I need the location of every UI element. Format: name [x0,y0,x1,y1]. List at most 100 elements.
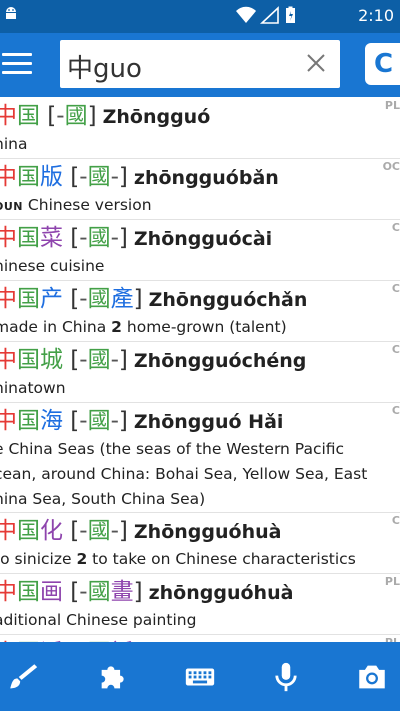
entry-definition: made in China 2 home-grown (talent) [0,315,287,339]
entry-tag: PL [384,575,400,588]
traditional-char: - [79,225,88,251]
traditional-char: - [79,408,88,434]
bracket-open: [ [63,225,80,251]
traditional-char: - [79,518,88,544]
traditional-char: - [79,347,88,373]
entry-headword: 中国城 [-國-]Zhōngguóchéng [0,345,306,376]
entry-definition: hina [0,132,27,156]
simplified-char: 中 [0,103,17,129]
menu-icon[interactable] [2,53,32,77]
bracket-close: ] [118,518,128,544]
entry-definition-line: hina Sea, South China Sea) [0,490,206,508]
entry-definition: hinese cuisine [0,254,104,278]
part-of-speech: OUN [0,200,23,213]
simplified-char: 版 [40,164,63,190]
bracket-open: [ [63,347,80,373]
traditional-char: - [56,103,65,129]
simplified-char: 中 [0,347,17,373]
entry-definition: aditional Chinese painting [0,608,196,632]
camera-icon[interactable] [355,660,389,694]
status-icons [236,6,295,24]
search-field[interactable]: 中guo [60,40,340,88]
result-entry[interactable]: 中国化 [-國-]ZhōngguóhuàC to sinicize 2 to t… [0,512,400,574]
clear-icon[interactable] [304,51,328,75]
traditional-char: - [79,286,88,312]
entry-headword: 中国菜 [-國-]Zhōngguócài [0,223,272,254]
traditional-char: - [110,225,119,251]
status-time: 2:10 [358,6,394,25]
pinyin: Zhōngguóchǎn [148,289,308,311]
simplified-char: 中 [0,225,17,251]
simplified-char: 国 [17,164,40,190]
simplified-char: 菜 [40,225,63,251]
definition-text: Chinese version [23,196,152,214]
result-entry[interactable]: 中国画 [-國畫]zhōngguóhuà PL aditional Chinese … [0,573,400,635]
bracket-open: [ [63,286,80,312]
entry-headword: 中国 [-國]Zhōngguó [0,101,210,132]
definition-text: home-grown (talent) [121,318,287,336]
result-entry[interactable]: 中国版 [-國-]zhōngguóbǎn OC OUN Chinese versio… [0,158,400,220]
definition-text: hinese cuisine [0,257,105,275]
pinyin: Zhōngguócài [133,228,273,250]
bracket-open: [ [63,518,80,544]
battery-icon [286,6,295,23]
entry-headword: 中国画 [-國畫]zhōngguóhuà [0,577,293,608]
simplified-char: 国 [17,225,40,251]
definition-text: to sinicize [0,550,77,568]
c-button[interactable]: C [365,43,400,85]
simplified-char: 国 [17,408,40,434]
entry-tag: OC [382,160,400,173]
puzzle-icon[interactable] [96,660,130,694]
bracket-open: [ [40,103,57,129]
simplified-char: 国 [17,518,40,544]
pinyin: Zhōngguó [102,106,211,128]
definition-text: hina [0,135,28,153]
android-icon [6,7,16,19]
entry-definition: OUN Chinese version [0,193,152,219]
result-entry[interactable]: 中国城 [-國-]ZhōngguóchéngChinatown [0,341,400,403]
sense-number: 2 [111,318,122,336]
entry-tag: C [391,282,400,295]
brush-icon[interactable] [6,660,40,694]
result-entry[interactable]: 中国海 [-國-]Zhōngguó HǎiCe China Seas (the … [0,402,400,513]
entry-headword: 中国版 [-國-]zhōngguóbǎn [0,162,279,193]
entry-tag: C [391,514,400,527]
pinyin: Zhōngguóchéng [133,350,307,372]
entry-definition: to sinicize 2 to take on Chinese charact… [0,547,356,571]
app-bar: 中guo C [0,33,400,97]
result-entry[interactable]: 中国话 [-國話]ZhōngguóhuàPL [0,634,400,642]
simplified-char: 城 [40,347,63,373]
bracket-open: [ [63,579,80,605]
traditional-char: - [110,408,119,434]
simplified-char: 国 [17,347,40,373]
bracket-open: [ [63,408,80,434]
traditional-char: 國 [87,286,111,312]
traditional-char: 國 [87,518,111,544]
simplified-char: 中 [0,408,17,434]
traditional-char: 產 [110,286,134,312]
entry-tag: C [391,404,400,417]
bracket-close: ] [87,103,97,129]
result-entry[interactable]: 中国 [-國]Zhōngguó PL hina [0,97,400,159]
traditional-char: - [110,164,119,190]
bracket-close: ] [118,347,128,373]
wifi-icon [236,6,256,23]
traditional-char: - [110,347,119,373]
result-entry[interactable]: 中国菜 [-國-]ZhōngguócàiChinese cuisine [0,219,400,281]
definition-text: aditional Chinese painting [0,611,197,629]
signal-icon [259,6,279,24]
search-query[interactable]: 中guo [67,48,142,85]
status-bar: 2:10 [0,0,400,33]
microphone-icon[interactable] [269,660,303,694]
traditional-char: 國 [87,164,111,190]
results-list[interactable]: 中国 [-國]ZhōngguóPLhina中国版 [-國-]zhōngguóbǎ… [0,97,400,642]
simplified-char: 国 [17,579,40,605]
traditional-char: 國 [87,347,111,373]
traditional-char: 國 [87,579,111,605]
entry-headword: 中国产 [-國產]Zhōngguóchǎn [0,284,307,315]
entry-definition: hinatown [0,376,66,400]
traditional-char: 國 [64,103,88,129]
result-entry[interactable]: 中国产 [-國產]Zhōngguóchǎn C made in China 2 h… [0,280,400,342]
keyboard-icon[interactable] [183,660,217,694]
simplified-char: 中 [0,164,17,190]
